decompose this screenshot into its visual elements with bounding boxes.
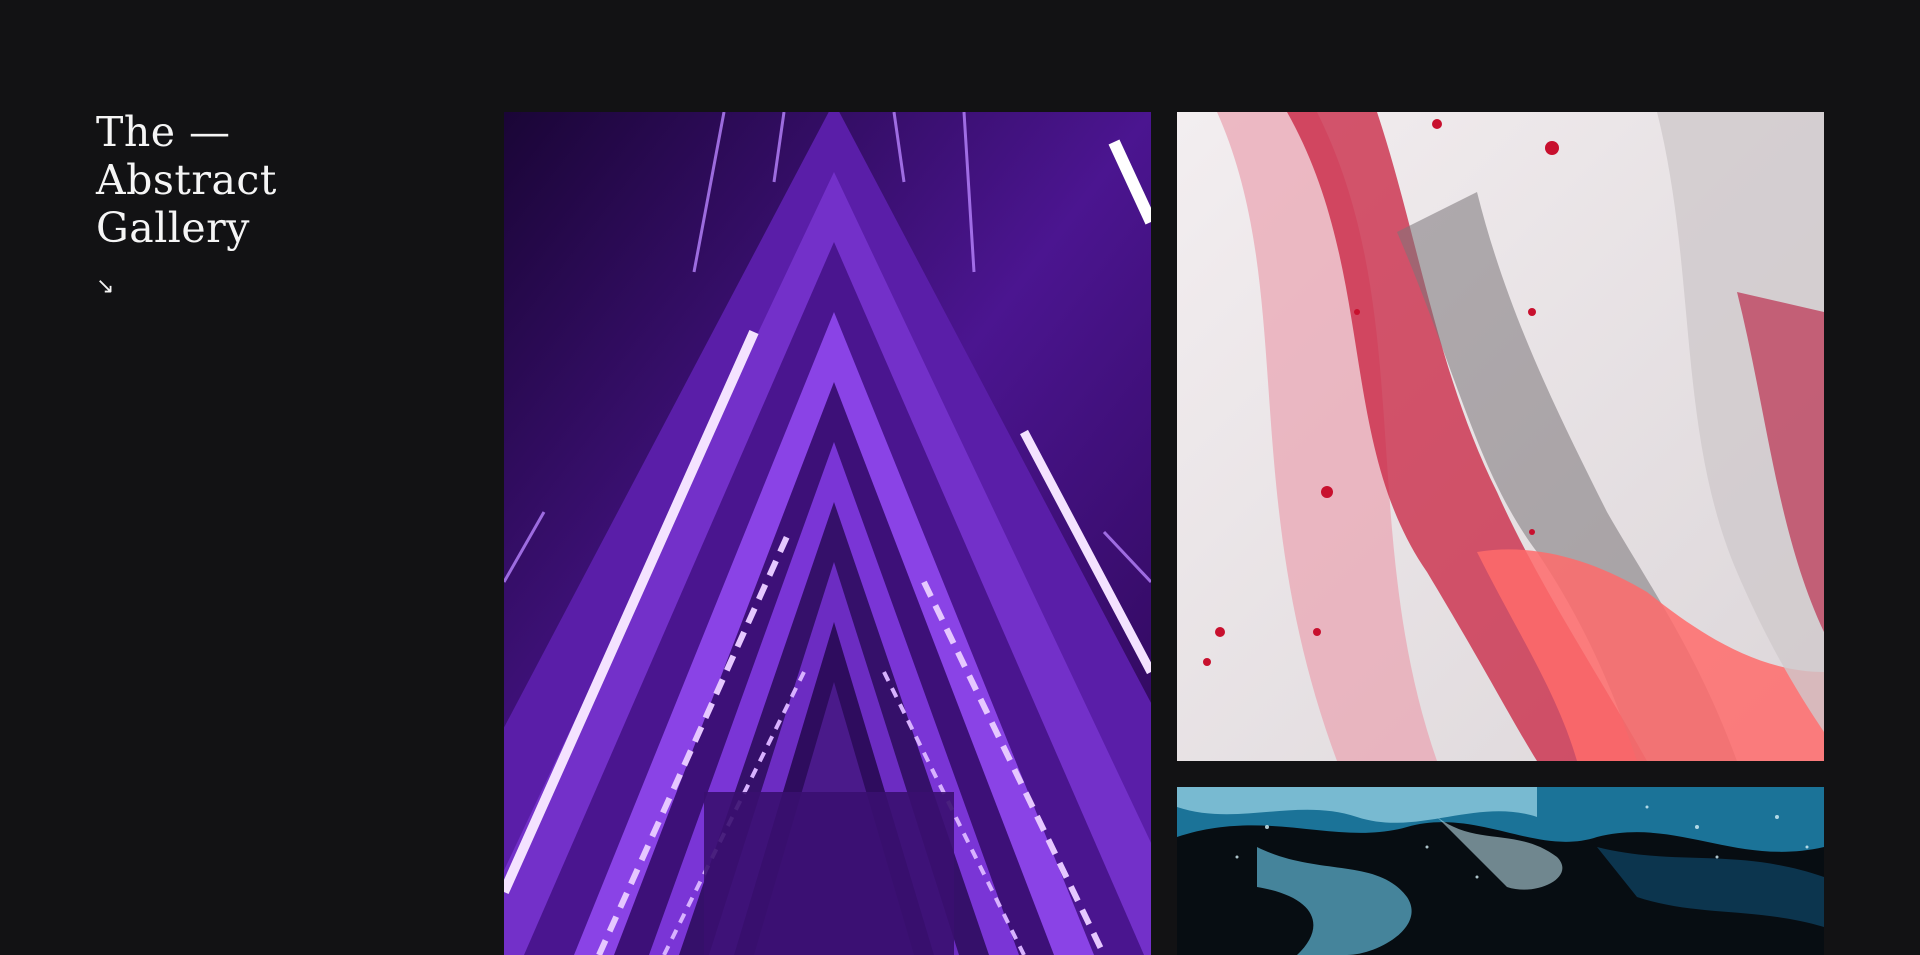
pink-marble-artwork	[1177, 112, 1824, 761]
site-title-line-1: The —	[96, 108, 231, 156]
site-title[interactable]: The — Abstract Gallery	[96, 108, 396, 252]
purple-triangles-artwork	[504, 112, 1151, 955]
gallery-image-blue-ocean[interactable]	[1177, 787, 1824, 955]
site-title-line-3: Gallery	[96, 204, 250, 252]
site-header: The — Abstract Gallery ↘	[96, 108, 396, 299]
blue-ocean-artwork	[1177, 787, 1824, 955]
gallery-image-pink-marble[interactable]	[1177, 112, 1824, 761]
gallery-page: The — Abstract Gallery ↘	[0, 0, 1920, 955]
site-title-line-2: Abstract	[96, 156, 277, 204]
arrow-down-right-icon[interactable]: ↘	[96, 274, 114, 299]
gallery-image-purple-triangles[interactable]	[504, 112, 1151, 955]
